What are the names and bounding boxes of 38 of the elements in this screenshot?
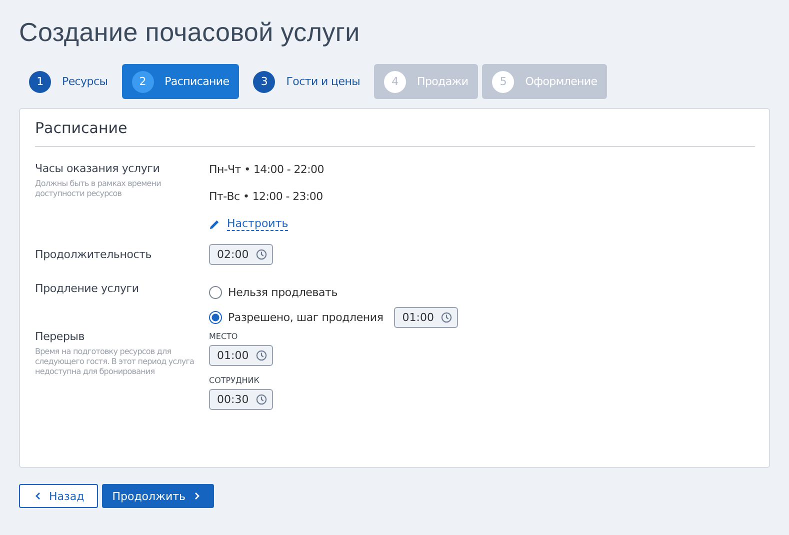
- step-number: 4: [384, 70, 406, 92]
- field-caption: МЕСТО: [209, 332, 239, 341]
- step-tab[interactable]: 2 Расписание: [122, 64, 240, 99]
- option-label: Разрешено, шаг продления: [228, 310, 384, 324]
- page-title: Создание почасовой услуги: [19, 16, 361, 49]
- step-tab[interactable]: 1 Ресурсы: [19, 64, 118, 99]
- step-tab[interactable]: 3 Гости и цены: [243, 64, 370, 99]
- back-button[interactable]: Назад: [19, 484, 98, 508]
- field-hint: Время на подготовку ресурсов для следующего гостя. В этот период услуга недоступна для бронирования: [35, 347, 196, 377]
- clock-icon: [256, 394, 267, 405]
- time-field[interactable]: 02:00: [209, 244, 273, 265]
- field-hint: Должны быть в рамках времени доступности ресурсов: [35, 179, 162, 199]
- schedule-text: Пт-Вс • 12:00 - 23:00: [209, 190, 324, 205]
- field-label: Продление услуги: [35, 282, 140, 295]
- card-title: Расписание: [35, 119, 755, 147]
- schedule-text: Пн-Чт • 14:00 - 22:00: [209, 163, 324, 178]
- time-field[interactable]: 00:30: [209, 389, 273, 410]
- field-label: Продолжительность: [35, 248, 153, 261]
- step-number: 3: [253, 70, 276, 92]
- field-label: Перерыв: [35, 330, 86, 343]
- step-number: 5: [492, 70, 514, 92]
- step-number: 2: [132, 70, 154, 92]
- chevron-left-icon: [35, 492, 41, 500]
- radio-button[interactable]: [209, 310, 222, 324]
- clock-icon: [440, 312, 452, 322]
- radio-button[interactable]: [209, 286, 222, 298]
- clock-icon: [256, 350, 267, 361]
- clock-icon: [256, 249, 267, 260]
- field-caption: СОТРУДНИК: [209, 376, 260, 385]
- field-label: Часы оказания услуги: [35, 162, 161, 175]
- step-number: 1: [29, 70, 51, 92]
- option-label: Нельзя продлевать: [228, 286, 338, 298]
- time-field[interactable]: 01:00: [394, 306, 458, 328]
- time-field[interactable]: 01:00: [209, 345, 273, 366]
- chevron-right-icon: [194, 492, 200, 500]
- configure-link[interactable]: Настроить: [227, 217, 288, 231]
- continue-button[interactable]: Продолжить: [102, 484, 214, 508]
- pencil-icon: [209, 218, 220, 230]
